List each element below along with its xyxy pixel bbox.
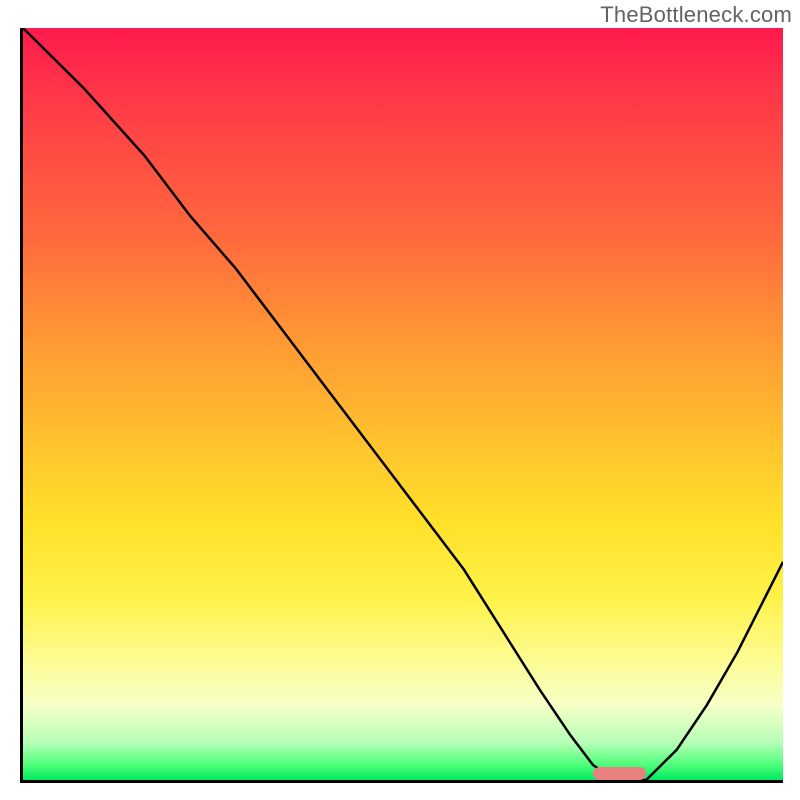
bottleneck-curve [23,28,783,780]
optimal-range-marker [593,767,646,780]
watermark-text: TheBottleneck.com [600,2,792,28]
curve-path [23,28,783,780]
plot-area [20,28,783,783]
